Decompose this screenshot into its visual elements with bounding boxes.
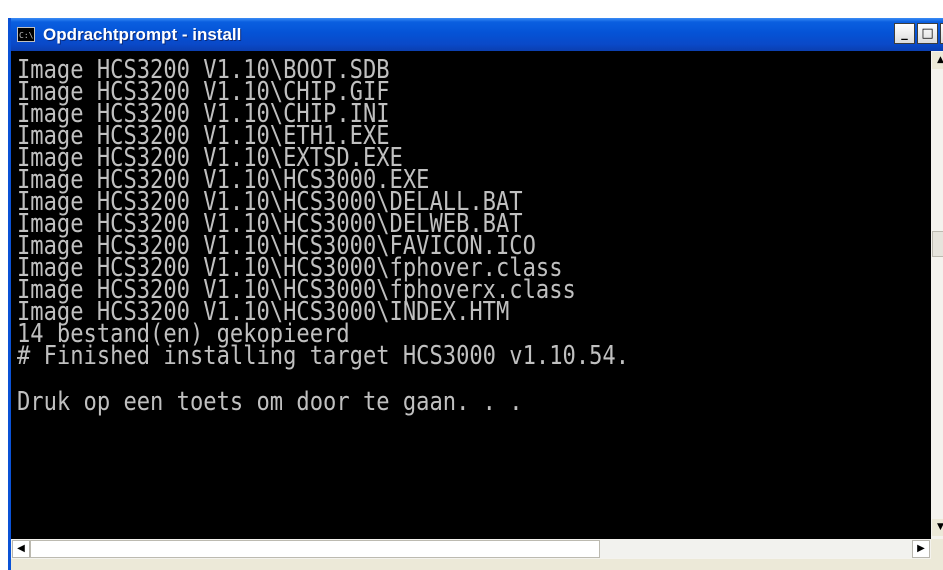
window-controls: _ □ <box>892 23 943 44</box>
console-output[interactable]: Image HCS3200 V1.10\BOOT.SDB Image HCS32… <box>11 51 931 539</box>
console-window: C:\ Opdrachtprompt - install _ □ Image H… <box>8 18 943 570</box>
console-line: Druk op een toets om door te gaan. . . <box>17 387 523 417</box>
scrollbar-corner <box>931 539 943 559</box>
horizontal-scrollbar[interactable]: ◀ ▶ <box>11 539 931 559</box>
title-bar[interactable]: C:\ Opdrachtprompt - install _ □ <box>11 18 943 51</box>
minimize-button[interactable]: _ <box>894 23 915 44</box>
console-line: # Finished installing target HCS3000 v1.… <box>17 341 630 371</box>
console-icon[interactable]: C:\ <box>17 27 35 42</box>
horizontal-scroll-thumb[interactable] <box>30 540 600 558</box>
scroll-up-arrow-icon[interactable]: ▲ <box>932 52 943 69</box>
maximize-button[interactable]: □ <box>917 23 938 44</box>
scroll-down-arrow-icon[interactable]: ▼ <box>932 519 943 536</box>
window-title: Opdrachtprompt - install <box>43 24 242 44</box>
horizontal-scroll-track[interactable] <box>600 540 912 558</box>
vertical-scrollbar[interactable]: ▲ ▼ <box>931 51 943 539</box>
scroll-left-arrow-icon[interactable]: ◀ <box>12 540 30 558</box>
scroll-right-arrow-icon[interactable]: ▶ <box>912 540 930 558</box>
vertical-scroll-thumb[interactable] <box>932 231 943 257</box>
